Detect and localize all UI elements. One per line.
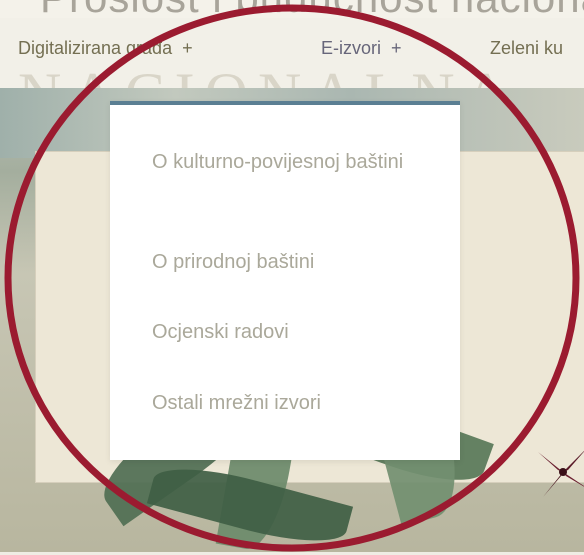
lily-flower-illustration (538, 451, 584, 497)
nav-item-zeleni[interactable]: Zeleni ku (490, 38, 563, 59)
menu-item-ocjenski-radovi[interactable]: Ocjenski radovi (152, 319, 432, 346)
menu-item-prirodna-bastina[interactable]: O prirodnoj baštini (152, 249, 432, 276)
nav-item-label: Zeleni ku (490, 38, 564, 58)
nav-item-label: E-izvori (321, 38, 382, 58)
main-navigation: NACIONALNA Digitalizirana građa+ E-izvor… (0, 18, 584, 127)
e-izvori-dropdown-menu: O kulturno-povijesnoj baštini O prirodno… (110, 101, 460, 460)
menu-item-kulturno-povijesna-bastina[interactable]: O kulturno-povijesnoj baštini (152, 149, 432, 176)
nav-item-e-izvori[interactable]: E-izvori + (321, 38, 402, 59)
nav-item-label: Digitalizirana građa (18, 38, 173, 58)
expand-plus-icon[interactable]: + (391, 38, 402, 58)
menu-item-ostali-mrezni-izvori[interactable]: Ostali mrežni izvori (152, 390, 432, 417)
expand-plus-icon[interactable]: + (182, 38, 193, 58)
site-banner: Prošlost i budućnost nacionalne (0, 0, 584, 18)
banner-title: Prošlost i budućnost nacionalne (40, 0, 584, 18)
nav-item-digitalizirana-grada[interactable]: Digitalizirana građa + (18, 38, 193, 59)
